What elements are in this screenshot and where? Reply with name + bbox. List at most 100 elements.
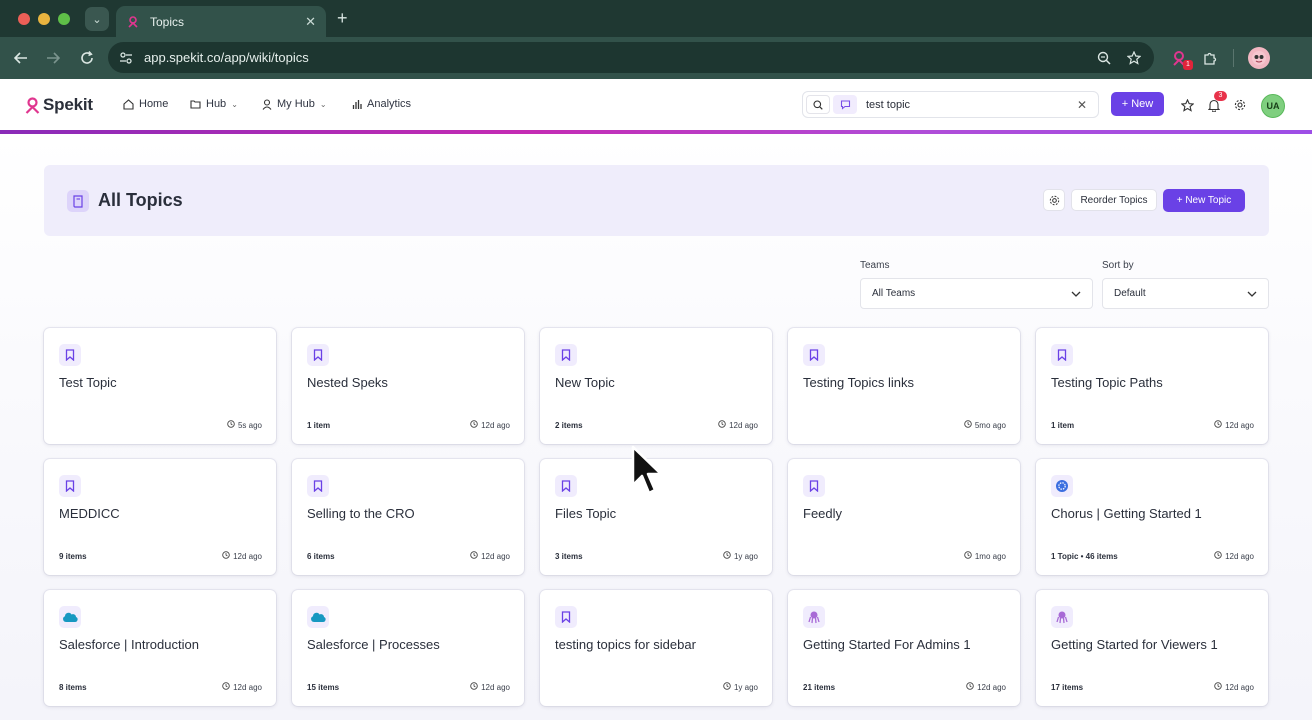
nav-my-hub[interactable]: My Hub ⌄ <box>262 98 327 110</box>
tab-search-button[interactable]: ⌄ <box>85 7 109 31</box>
topic-card[interactable]: Feedly 1mo ago <box>788 459 1020 575</box>
bookmark-icon <box>555 475 577 497</box>
nav-analytics[interactable]: Analytics <box>352 98 411 110</box>
topic-card[interactable]: Testing Topics links 5mo ago <box>788 328 1020 444</box>
bookmark-star-icon[interactable] <box>1124 48 1144 68</box>
gear-icon <box>1049 195 1059 205</box>
clock-icon <box>222 682 233 692</box>
ai-search-mode-button[interactable] <box>833 95 857 114</box>
search-icon <box>813 99 823 110</box>
clock-icon <box>470 551 481 561</box>
search-input[interactable]: test topic <box>866 99 1077 111</box>
window-minimize-button[interactable] <box>38 13 50 25</box>
topic-time-text: 12d ago <box>729 420 758 430</box>
topic-time-text: 12d ago <box>481 420 510 430</box>
topic-card[interactable]: MEDDICC 9 items 12d ago <box>44 459 276 575</box>
back-icon[interactable] <box>11 48 31 68</box>
topic-time-text: 1y ago <box>733 551 758 561</box>
address-bar[interactable]: app.spekit.co/app/wiki/topics <box>108 42 1154 73</box>
topic-time-text: 5mo ago <box>974 420 1006 430</box>
reload-icon[interactable] <box>77 48 97 68</box>
window-zoom-button[interactable] <box>58 13 70 25</box>
bookmark-icon <box>803 475 825 497</box>
topic-title: Files Topic <box>555 506 617 521</box>
teams-select[interactable]: All Teams <box>860 278 1093 309</box>
browser-toolbar: app.spekit.co/app/wiki/topics <box>0 37 1312 79</box>
topic-card[interactable]: Selling to the CRO 6 items 12d ago <box>292 459 524 575</box>
topic-card[interactable]: Salesforce | Introduction 8 items 12d ago <box>44 590 276 706</box>
tab-close-icon[interactable]: ✕ <box>305 14 316 30</box>
new-topic-button[interactable]: + New Topic <box>1163 189 1245 212</box>
topic-title: Nested Speks <box>307 375 388 390</box>
topic-card[interactable]: New Topic 2 items 12d ago <box>540 328 772 444</box>
topic-card[interactable]: testing topics for sidebar 1y ago <box>540 590 772 706</box>
topic-title: Test Topic <box>59 375 117 390</box>
topic-title: Selling to the CRO <box>307 506 415 521</box>
nav-hub-label: Hub <box>206 98 227 110</box>
nav-home[interactable]: Home <box>123 98 168 110</box>
nav-hub[interactable]: Hub ⌄ <box>190 98 238 110</box>
topic-settings-button[interactable] <box>1043 189 1065 211</box>
topic-item-count: 6 items <box>307 552 335 561</box>
site-settings-icon[interactable] <box>115 47 137 69</box>
clock-icon <box>470 682 481 692</box>
nav-my-hub-label: My Hub <box>277 98 315 110</box>
browser-tab-topics[interactable]: Topics ✕ <box>116 6 326 37</box>
spekit-favicon-icon <box>126 15 140 29</box>
topic-card[interactable]: Testing Topic Paths 1 item 12d ago <box>1036 328 1268 444</box>
window-close-button[interactable] <box>18 13 30 25</box>
clear-search-icon[interactable]: ✕ <box>1077 98 1087 112</box>
topic-card[interactable]: Chorus | Getting Started 1 1 Topic • 46 i… <box>1036 459 1268 575</box>
page-header: All Topics Reorder Topics + New Topic <box>44 165 1269 236</box>
bookmark-icon <box>555 344 577 366</box>
sort-by-select[interactable]: Default <box>1102 278 1269 309</box>
topic-card[interactable]: Getting Started For Admins 1 21 items 12d … <box>788 590 1020 706</box>
topic-updated-time: 12d ago <box>1214 682 1254 692</box>
salesforce-cloud-icon <box>307 606 329 628</box>
topic-time-text: 1mo ago <box>974 551 1006 561</box>
topic-card[interactable]: Nested Speks 1 item 12d ago <box>292 328 524 444</box>
extension-spekit-icon[interactable]: 1 <box>1169 48 1193 70</box>
user-avatar[interactable]: UA <box>1261 94 1285 118</box>
toolbar-divider <box>1233 49 1234 67</box>
extensions-puzzle-icon[interactable] <box>1200 48 1220 68</box>
nav-analytics-label: Analytics <box>367 98 412 110</box>
topic-item-count: 15 items <box>307 683 340 692</box>
topic-time-text: 12d ago <box>1225 551 1254 561</box>
settings-gear-icon[interactable] <box>1232 97 1248 113</box>
chevron-down-icon: ⌄ <box>92 13 102 26</box>
topic-title: MEDDICC <box>59 506 120 521</box>
bookmark-icon <box>59 344 81 366</box>
topic-updated-time: 12d ago <box>1214 420 1254 430</box>
notifications-bell-icon[interactable]: 3 <box>1206 91 1227 113</box>
search-mode-button[interactable] <box>806 95 830 114</box>
chevron-down-icon: ⌄ <box>319 99 327 109</box>
book-icon <box>67 190 89 212</box>
salesforce-cloud-icon <box>59 606 81 628</box>
topic-updated-time: 12d ago <box>222 551 262 561</box>
topic-item-count: 1 Topic • 46 items <box>1051 552 1118 561</box>
topic-card[interactable]: Test Topic 5s ago <box>44 328 276 444</box>
topic-updated-time: 12d ago <box>966 682 1006 692</box>
topic-time-text: 12d ago <box>481 551 510 561</box>
nav-home-label: Home <box>139 98 169 110</box>
new-button[interactable]: + New <box>1111 92 1164 116</box>
topic-time-text: 5s ago <box>237 420 262 430</box>
zoom-icon[interactable] <box>1094 48 1114 68</box>
reorder-topics-button[interactable]: Reorder Topics <box>1071 189 1157 211</box>
topic-item-count: 1 item <box>307 421 331 430</box>
spekit-logo[interactable]: Spekit <box>25 95 93 115</box>
topic-title: testing topics for sidebar <box>555 637 696 652</box>
topic-item-count: 3 items <box>555 552 583 561</box>
clock-icon <box>966 682 977 692</box>
topic-card[interactable]: Getting Started for Viewers 1 17 items 12d… <box>1036 590 1268 706</box>
new-tab-button[interactable]: + <box>337 9 348 27</box>
topic-title: Testing Topics links <box>803 375 915 390</box>
forward-icon[interactable] <box>43 48 63 68</box>
topic-card[interactable]: Salesforce | Processes 15 items 12d ago <box>292 590 524 706</box>
global-search[interactable]: test topic ✕ <box>802 91 1099 118</box>
mouse-cursor-icon <box>631 445 667 502</box>
topic-item-count: 9 items <box>59 552 87 561</box>
favorites-star-icon[interactable] <box>1179 97 1195 113</box>
browser-profile-avatar[interactable] <box>1248 47 1270 69</box>
